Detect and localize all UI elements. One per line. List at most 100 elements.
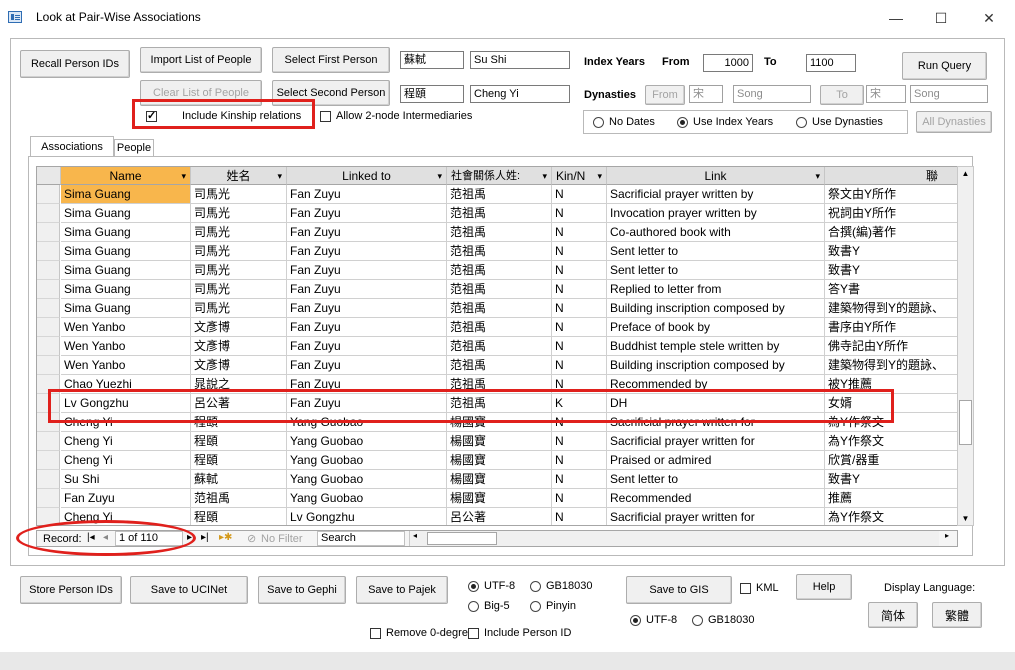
table-cell-link-zh[interactable]: 書序由Y所作 <box>825 318 957 337</box>
vertical-scroll-thumb[interactable] <box>959 400 972 445</box>
table-cell-zh[interactable]: 蘇軾 <box>191 470 287 489</box>
dynasty-from-english-field[interactable]: Song <box>733 85 811 103</box>
table-cell-linked-zh[interactable]: 楊國寶 <box>447 432 552 451</box>
select-all-corner[interactable] <box>37 167 61 185</box>
table-cell-linked-zh[interactable]: 范祖禹 <box>447 299 552 318</box>
second-person-english-field[interactable]: Cheng Yi <box>470 85 570 103</box>
table-cell-linked[interactable]: Yang Guobao <box>287 451 447 470</box>
first-person-english-field[interactable]: Su Shi <box>470 51 570 69</box>
scroll-left-arrow-icon[interactable]: ◂ <box>413 531 417 540</box>
dynasty-to-button[interactable]: To <box>820 85 864 105</box>
all-dynasties-button[interactable]: All Dynasties <box>916 111 992 133</box>
table-row[interactable]: Sima Guang 司馬光 Fan Zuyu 范祖禹 N Invocation pray… <box>37 204 957 223</box>
table-cell-linked[interactable]: Yang Guobao <box>287 489 447 508</box>
table-cell-linked[interactable]: Fan Zuyu <box>287 318 447 337</box>
table-cell-name[interactable]: Sima Guang <box>61 280 191 299</box>
table-cell-link-zh[interactable]: 祝詞由Y所作 <box>825 204 957 223</box>
table-cell-kn[interactable]: N <box>552 204 607 223</box>
table-cell-link-zh[interactable]: 致書Y <box>825 261 957 280</box>
utf8-radio[interactable] <box>468 581 479 592</box>
table-cell-kn[interactable]: N <box>552 356 607 375</box>
last-record-icon[interactable]: ▸| <box>201 532 209 543</box>
save-to-ucinet-button[interactable]: Save to UCINet <box>130 576 248 604</box>
table-cell-linked[interactable]: Fan Zuyu <box>287 242 447 261</box>
row-selector[interactable] <box>37 223 60 242</box>
table-cell-link[interactable]: Invocation prayer written by <box>607 204 825 223</box>
table-cell-name[interactable]: Sima Guang <box>61 223 191 242</box>
table-cell-kn[interactable]: N <box>552 470 607 489</box>
store-person-ids-button[interactable]: Store Person IDs <box>20 576 122 604</box>
table-cell-linked[interactable]: Fan Zuyu <box>287 280 447 299</box>
remove-zero-degree-checkbox[interactable] <box>370 628 381 639</box>
table-cell-link[interactable]: Preface of book by <box>607 318 825 337</box>
table-cell-kn[interactable]: N <box>552 318 607 337</box>
column-header-kin[interactable]: Kin/N ▾ <box>552 167 607 185</box>
table-cell-link[interactable]: Co-authored book with <box>607 223 825 242</box>
use-index-years-radio[interactable] <box>677 117 688 128</box>
table-row[interactable]: Su Shi 蘇軾 Yang Guobao 楊國寶 N Sent letter to 致書Y <box>37 470 957 489</box>
table-cell-link-zh[interactable]: 致書Y <box>825 242 957 261</box>
table-cell-linked-zh[interactable]: 范祖禹 <box>447 204 552 223</box>
table-cell-link[interactable]: Sent letter to <box>607 242 825 261</box>
gis-gb18030-radio[interactable] <box>692 615 703 626</box>
dynasty-from-chinese-field[interactable]: 宋 <box>689 85 723 103</box>
from-year-field[interactable]: 1000 <box>703 54 753 72</box>
scroll-down-arrow-icon[interactable]: ▼ <box>959 512 972 525</box>
table-cell-link-zh[interactable]: 為Y作祭文 <box>825 508 957 525</box>
table-row[interactable]: Sima Guang 司馬光 Fan Zuyu 范祖禹 N Sent letter to 致… <box>37 242 957 261</box>
table-cell-linked[interactable]: Fan Zuyu <box>287 261 447 280</box>
table-cell-name[interactable]: Su Shi <box>61 470 191 489</box>
table-cell-linked[interactable]: Lv Gongzhu <box>287 508 447 525</box>
table-cell-kn[interactable]: N <box>552 451 607 470</box>
table-cell-linked-zh[interactable]: 范祖禹 <box>447 185 552 204</box>
table-cell-link-zh[interactable]: 推薦 <box>825 489 957 508</box>
table-cell-link-zh[interactable]: 為Y作祭文 <box>825 432 957 451</box>
tab-associations[interactable]: Associations <box>30 136 114 156</box>
table-cell-link[interactable]: Building inscription composed by <box>607 299 825 318</box>
table-cell-linked-zh[interactable]: 范祖禹 <box>447 318 552 337</box>
dynasty-to-chinese-field[interactable]: 宋 <box>866 85 906 103</box>
table-cell-zh[interactable]: 司馬光 <box>191 185 287 204</box>
column-header-linked-to[interactable]: Linked to ▾ <box>287 167 447 185</box>
table-cell-link[interactable]: Replied to letter from <box>607 280 825 299</box>
scroll-right-arrow-icon[interactable]: ▸ <box>945 531 949 540</box>
table-cell-name[interactable]: Wen Yanbo <box>61 356 191 375</box>
vertical-scrollbar[interactable] <box>957 166 974 526</box>
table-cell-linked-zh[interactable]: 范祖禹 <box>447 356 552 375</box>
table-cell-zh[interactable]: 司馬光 <box>191 242 287 261</box>
table-cell-zh[interactable]: 司馬光 <box>191 299 287 318</box>
table-row[interactable]: Sima Guang 司馬光 Fan Zuyu 范祖禹 N Sent letter to 致… <box>37 261 957 280</box>
column-header-link-chinese[interactable]: 聯 <box>825 167 957 185</box>
table-cell-linked[interactable]: Fan Zuyu <box>287 356 447 375</box>
table-cell-kn[interactable]: N <box>552 261 607 280</box>
table-cell-name[interactable]: Cheng Yi <box>61 432 191 451</box>
import-list-button[interactable]: Import List of People <box>140 47 262 73</box>
row-selector[interactable] <box>37 318 60 337</box>
table-row[interactable]: Fan Zuyu 范祖禹 Yang Guobao 楊國寶 N Recommended 推薦 <box>37 489 957 508</box>
table-row[interactable]: Wen Yanbo 文彥博 Fan Zuyu 范祖禹 N Buddhist temple … <box>37 337 957 356</box>
row-selector[interactable] <box>37 185 60 204</box>
table-cell-name[interactable]: Sima Guang <box>61 242 191 261</box>
table-cell-link[interactable]: Sent letter to <box>607 261 825 280</box>
table-cell-zh[interactable]: 文彥博 <box>191 356 287 375</box>
column-header-link[interactable]: Link ▾ <box>607 167 825 185</box>
table-cell-linked-zh[interactable]: 范祖禹 <box>447 242 552 261</box>
table-cell-link-zh[interactable]: 建築物得到Y的題詠、 <box>825 356 957 375</box>
search-box[interactable]: Search <box>317 531 405 546</box>
table-cell-linked[interactable]: Yang Guobao <box>287 470 447 489</box>
table-cell-linked[interactable]: Fan Zuyu <box>287 185 447 204</box>
row-selector[interactable] <box>37 242 60 261</box>
table-cell-zh[interactable]: 司馬光 <box>191 223 287 242</box>
table-cell-kn[interactable]: N <box>552 280 607 299</box>
save-to-pajek-button[interactable]: Save to Pajek <box>356 576 448 604</box>
table-cell-link-zh[interactable]: 合撰(編)著作 <box>825 223 957 242</box>
column-header-linked-chinese[interactable]: 社會關係人姓: ▾ <box>447 167 552 185</box>
select-first-person-button[interactable]: Select First Person <box>272 47 390 73</box>
to-year-field[interactable]: 1100 <box>806 54 856 72</box>
table-cell-zh[interactable]: 司馬光 <box>191 204 287 223</box>
table-cell-linked-zh[interactable]: 楊國寶 <box>447 489 552 508</box>
table-cell-link-zh[interactable]: 欣賞/器重 <box>825 451 957 470</box>
row-selector[interactable] <box>37 337 60 356</box>
help-button[interactable]: Help <box>796 574 852 600</box>
close-button[interactable]: ✕ <box>968 4 1010 32</box>
